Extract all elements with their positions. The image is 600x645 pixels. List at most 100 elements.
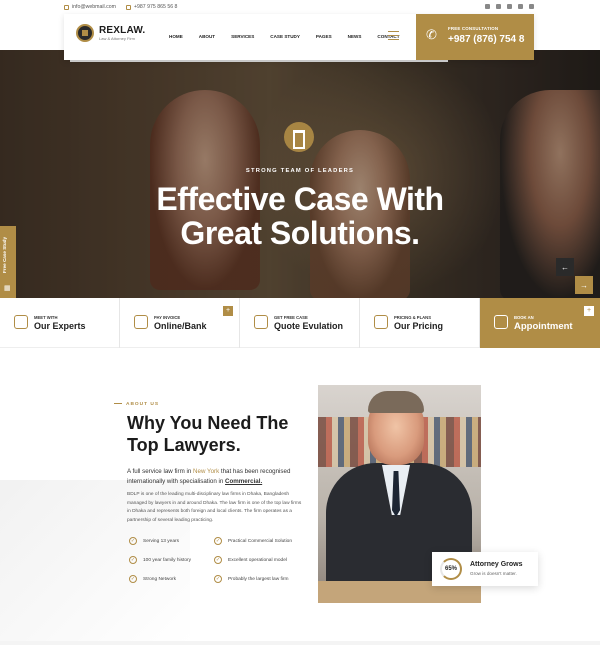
hero-banner: STRONG TEAM OF LEADERS Effective Case Wi…	[0, 50, 600, 298]
social-links	[485, 4, 534, 9]
slider-prev-button[interactable]: ←	[556, 258, 574, 276]
nav-services[interactable]: SERVICES	[231, 34, 254, 39]
service-big-label: Quote Evulation	[274, 321, 344, 331]
nav-about[interactable]: ABOUT	[199, 34, 215, 39]
about-title: Why You Need The Top Lawyers.	[127, 412, 307, 456]
service-small-label: PRICING & PLANS	[394, 315, 431, 320]
phone-call-icon: ✆	[426, 27, 437, 42]
skype-icon[interactable]	[507, 4, 512, 9]
quote-icon	[254, 315, 268, 329]
service-big-label: Our Pricing	[394, 321, 444, 331]
lawyer-hair	[368, 391, 424, 413]
service-small-label: BOOK AN	[514, 315, 534, 320]
plus-icon[interactable]: +	[223, 306, 233, 316]
check-icon: ✓	[129, 575, 137, 583]
lead-city[interactable]: New York	[193, 468, 219, 475]
service-small-label: MEET WITH	[34, 315, 58, 320]
service-online-bank[interactable]: PAY INVOICE Online/Bank +	[120, 298, 240, 348]
lead-spec[interactable]: Commercial.	[225, 478, 262, 485]
facebook-icon[interactable]	[485, 4, 490, 9]
hamburger-icon[interactable]	[388, 31, 399, 40]
header-divider	[70, 60, 448, 62]
twitter-icon[interactable]	[496, 4, 501, 9]
nav-home[interactable]: HOME	[169, 34, 183, 39]
grow-subtitle: Grow is doesn't matter.	[470, 571, 517, 576]
about-title-line1: Why You Need The	[127, 413, 289, 433]
lead-pre: A full service law firm in	[127, 468, 194, 475]
youtube-icon[interactable]	[529, 4, 534, 9]
logo-name: REXLAW.	[99, 25, 146, 36]
grow-title: Attorney Grows	[470, 561, 523, 568]
nav-news[interactable]: NEWS	[348, 34, 362, 39]
phone-text: +987 975 865 56 8	[134, 4, 178, 10]
service-small-label: GET FREE CASE	[274, 315, 308, 320]
service-small-label: PAY INVOICE	[154, 315, 181, 320]
hero-overlay	[0, 50, 600, 298]
hero-title: Effective Case With Great Solutions.	[0, 182, 600, 250]
phone-info[interactable]: +987 975 865 56 8	[126, 4, 177, 10]
check-icon: ✓	[214, 537, 222, 545]
cart-icon	[374, 315, 388, 329]
service-big-label: Online/Bank	[154, 321, 207, 331]
main-nav: HOME ABOUT SERVICES CASE STUDY PAGES NEW…	[169, 34, 416, 39]
slider-next-button[interactable]: →	[575, 276, 593, 294]
consultation-label: FREE CONSULTATION	[448, 26, 499, 31]
check-icon: ✓	[214, 575, 222, 583]
chevron-right-icon: →	[580, 280, 588, 290]
service-quote-evulation[interactable]: GET FREE CASE Quote Evulation	[240, 298, 360, 348]
about-lead: A full service law firm in New York that…	[127, 467, 307, 486]
hero-title-line2: Great Solutions.	[180, 215, 420, 251]
feature-item: ✓ Excellent operational model	[214, 556, 287, 564]
label-dash	[114, 403, 122, 405]
feature-text: Probably the largest law firm	[228, 576, 289, 582]
feature-item: ✓ 100 year family history	[129, 556, 191, 564]
about-label: ABOUT US	[114, 402, 159, 407]
feature-item: ✓ Serving 13 years	[129, 537, 179, 545]
feature-text: Practical Commercial Solution	[228, 538, 292, 544]
logo-icon	[76, 24, 94, 42]
experts-icon	[14, 315, 28, 329]
hero-subtitle: STRONG TEAM OF LEADERS	[245, 168, 355, 174]
logo-tagline: Law & Attorney Firm	[99, 36, 136, 41]
consultation-box[interactable]: ✆ FREE CONSULTATION +987 (876) 754 8	[416, 14, 534, 60]
about-title-line2: Top Lawyers.	[127, 435, 241, 455]
feature-text: Strong Network	[143, 576, 177, 582]
feature-item: ✓ Practical Commercial Solution	[214, 537, 292, 545]
service-big-label: Appointment	[514, 321, 573, 332]
top-bar: info@webmail.com +987 975 865 56 8	[0, 0, 600, 14]
section-bottom-rule	[0, 641, 600, 645]
nav-case-study[interactable]: CASE STUDY	[270, 34, 300, 39]
service-strip: MEET WITH Our Experts PAY INVOICE Online…	[0, 298, 600, 348]
feature-text: Serving 13 years	[143, 538, 179, 544]
free-case-study-tab[interactable]: Free Case Study ▦	[0, 226, 16, 298]
plus-icon[interactable]: +	[584, 306, 594, 316]
check-icon: ✓	[214, 556, 222, 564]
linkedin-icon[interactable]	[518, 4, 523, 9]
feature-text: 100 year family history	[143, 557, 191, 563]
check-icon: ✓	[129, 556, 137, 564]
consultation-phone: +987 (876) 754 8	[448, 34, 525, 45]
nav-pages[interactable]: PAGES	[316, 34, 332, 39]
service-appointment[interactable]: BOOK AN Appointment +	[480, 298, 600, 348]
service-our-pricing[interactable]: PRICING & PLANS Our Pricing	[360, 298, 480, 348]
service-big-label: Our Experts	[34, 321, 86, 331]
feature-item: ✓ Strong Network	[129, 575, 176, 583]
pillar-icon	[284, 122, 314, 152]
side-tab-label: Free Case Study	[2, 237, 7, 273]
main-header: REXLAW. Law & Attorney Firm HOME ABOUT S…	[64, 14, 534, 60]
calendar-icon	[494, 315, 508, 329]
mail-icon	[64, 4, 69, 10]
check-icon: ✓	[129, 537, 137, 545]
hero-title-line1: Effective Case With	[156, 181, 444, 217]
feature-item: ✓ Probably the largest law firm	[214, 575, 289, 583]
feature-text: Excellent operational model	[228, 557, 287, 563]
logo[interactable]: REXLAW. Law & Attorney Firm	[76, 24, 145, 42]
about-body: BDLP is one of the leading multi-discipl…	[127, 492, 302, 523]
about-label-text: ABOUT US	[126, 402, 160, 407]
email-text: info@webmail.com	[72, 4, 116, 10]
service-our-experts[interactable]: MEET WITH Our Experts	[0, 298, 120, 348]
phone-icon	[126, 4, 131, 10]
invoice-icon	[134, 315, 148, 329]
email-info[interactable]: info@webmail.com	[64, 4, 116, 10]
attorney-grows-card: 65% Attorney Grows Grow is doesn't matte…	[432, 552, 538, 586]
